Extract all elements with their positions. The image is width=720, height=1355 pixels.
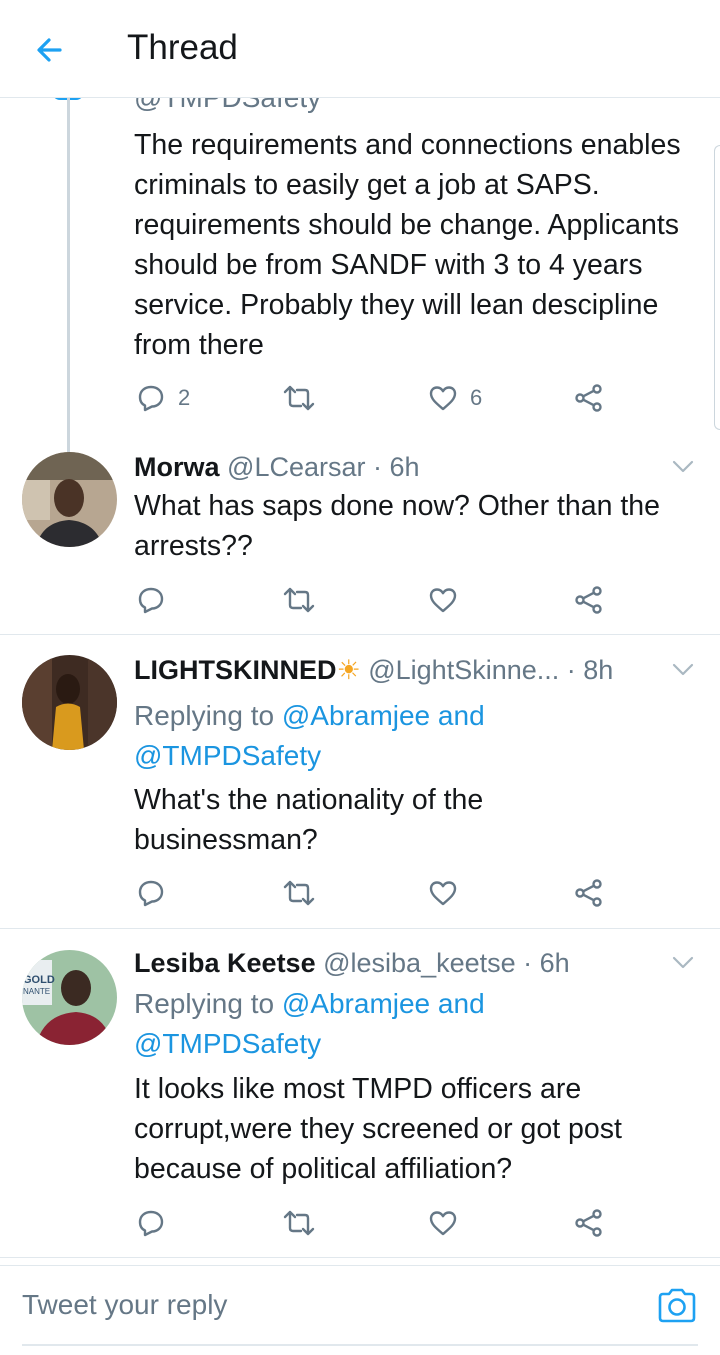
retweet-button[interactable] bbox=[283, 583, 315, 617]
replying-to: Replying to @Abramjee and @TMPDSafety bbox=[134, 984, 694, 1064]
reply-count: 2 bbox=[178, 385, 191, 410]
mention-link[interactable]: @Abramjee bbox=[282, 700, 430, 731]
tweet-text: What has saps done now? Other than the a… bbox=[134, 490, 660, 562]
share-icon bbox=[575, 586, 602, 614]
avatar-logo-text: GOLD bbox=[23, 974, 55, 986]
display-name[interactable]: Lesiba Keetse bbox=[134, 948, 316, 978]
svg-text:NANTE: NANTE bbox=[23, 987, 50, 996]
divider bbox=[0, 634, 720, 635]
avatar[interactable]: GOLD NANTE bbox=[22, 950, 117, 1045]
share-icon bbox=[575, 879, 602, 907]
reply-button[interactable] bbox=[136, 876, 166, 910]
replying-to-label: Replying to bbox=[134, 988, 282, 1019]
user-handle[interactable]: @lesiba_keetse bbox=[323, 948, 516, 978]
tweet-actions bbox=[0, 876, 720, 910]
timestamp: · 6h bbox=[523, 948, 570, 978]
reply-icon bbox=[138, 587, 164, 614]
replying-to: Replying to @Abramjee and @TMPDSafety bbox=[134, 696, 694, 776]
share-button[interactable] bbox=[574, 583, 604, 617]
chevron-down-icon[interactable] bbox=[672, 956, 694, 970]
share-icon bbox=[575, 384, 602, 412]
avatar[interactable] bbox=[22, 452, 117, 547]
and-text: and bbox=[430, 988, 485, 1019]
heart-icon bbox=[429, 881, 457, 906]
tweet-actions bbox=[0, 1206, 720, 1240]
camera-icon[interactable] bbox=[656, 1287, 698, 1325]
mention-link[interactable]: @TMPDSafety bbox=[134, 1028, 321, 1059]
like-button[interactable]: 6 bbox=[428, 381, 482, 415]
like-button[interactable] bbox=[428, 1206, 458, 1240]
tweet-header: LIGHTSKINNED☀ @LightSkinne... · 8h bbox=[134, 655, 613, 686]
retweet-button[interactable] bbox=[283, 381, 315, 415]
heart-icon bbox=[429, 1211, 457, 1236]
share-button[interactable] bbox=[574, 876, 604, 910]
reply-button[interactable] bbox=[136, 583, 166, 617]
reply-icon bbox=[138, 1210, 164, 1237]
like-button[interactable] bbox=[428, 876, 458, 910]
replying-to-label: Replying to bbox=[134, 700, 282, 731]
share-button[interactable] bbox=[574, 381, 604, 415]
avatar-image bbox=[22, 655, 117, 750]
tweet-text: It looks like most TMPD officers are cor… bbox=[134, 1073, 622, 1185]
reply-input-underline bbox=[22, 1344, 698, 1346]
retweet-icon bbox=[283, 880, 315, 906]
share-button[interactable] bbox=[574, 1206, 604, 1240]
mention-link[interactable]: @Abramjee bbox=[282, 988, 430, 1019]
retweet-icon bbox=[283, 385, 315, 411]
page-title: Thread bbox=[127, 28, 238, 67]
and-text: and bbox=[430, 700, 485, 731]
like-count: 6 bbox=[470, 385, 483, 410]
divider bbox=[0, 928, 720, 929]
retweet-button[interactable] bbox=[283, 1206, 315, 1240]
back-arrow-icon[interactable] bbox=[30, 30, 70, 70]
reply-input[interactable]: Tweet your reply bbox=[22, 1280, 642, 1330]
reply-button[interactable] bbox=[136, 1206, 166, 1240]
chevron-down-icon[interactable] bbox=[672, 663, 694, 677]
user-handle[interactable]: @LightSkinne... bbox=[368, 655, 559, 685]
chevron-down-icon[interactable] bbox=[672, 460, 694, 474]
avatar-image: GOLD NANTE bbox=[22, 950, 117, 1045]
tweet-actions: 2 6 bbox=[0, 381, 720, 415]
avatar[interactable] bbox=[22, 655, 117, 750]
display-name[interactable]: LIGHTSKINNED bbox=[134, 655, 337, 685]
tweet-header: Lesiba Keetse @lesiba_keetse · 6h bbox=[134, 948, 570, 979]
like-button[interactable] bbox=[428, 583, 458, 617]
heart-icon bbox=[429, 588, 457, 613]
retweet-icon bbox=[283, 587, 315, 613]
timestamp: · 8h bbox=[566, 655, 614, 685]
mention-link[interactable]: @TMPDSafety bbox=[134, 740, 321, 771]
timestamp: · 6h bbox=[373, 452, 420, 482]
reply-icon bbox=[138, 880, 164, 907]
top-app-bar: Thread bbox=[0, 0, 720, 98]
display-name[interactable]: Morwa bbox=[134, 452, 220, 482]
divider bbox=[0, 1257, 720, 1258]
reply-button[interactable]: 2 bbox=[136, 381, 190, 415]
user-handle[interactable]: @LCearsar bbox=[227, 452, 365, 482]
share-icon bbox=[575, 1209, 602, 1237]
tweet-actions bbox=[0, 583, 720, 617]
reply-icon bbox=[138, 385, 164, 412]
heart-icon bbox=[429, 386, 457, 411]
avatar-image bbox=[22, 452, 117, 547]
retweet-button[interactable] bbox=[283, 876, 315, 910]
tweet-text: The requirements and connections enables… bbox=[134, 129, 681, 361]
retweet-icon bbox=[283, 1210, 315, 1236]
sun-emoji-icon: ☀ bbox=[336, 655, 361, 685]
tweet-text: What's the nationality of the businessma… bbox=[134, 784, 484, 856]
tweet-header: Morwa @LCearsar · 6h bbox=[134, 452, 420, 483]
